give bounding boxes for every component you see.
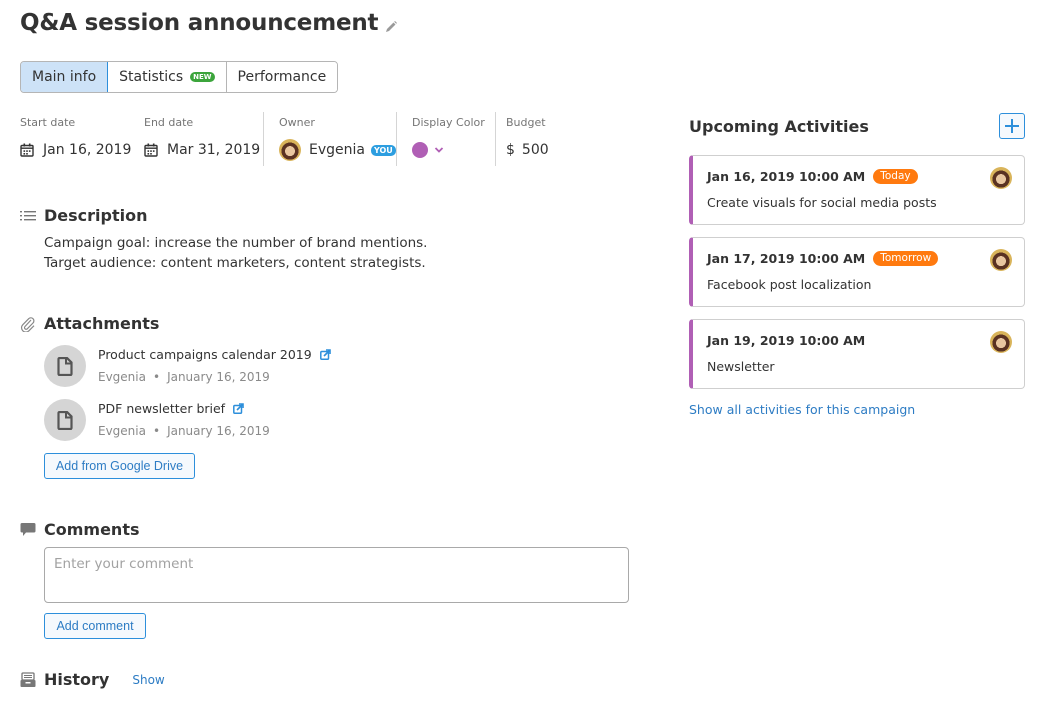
activity-card[interactable]: Jan 19, 2019 10:00 AM Newsletter [689, 319, 1025, 389]
external-link-icon[interactable] [233, 403, 244, 414]
show-all-activities-link[interactable]: Show all activities for this campaign [689, 402, 915, 417]
start-date-label: Start date [20, 116, 76, 129]
attachments-header: Attachments [20, 314, 159, 333]
budget-value: 500 [521, 142, 549, 158]
start-date-field[interactable]: Start date Jan 16, 2019 [20, 112, 144, 166]
attachment-date: January 16, 2019 [167, 424, 270, 438]
history-title: History [44, 670, 110, 689]
assignee-avatar [990, 249, 1012, 271]
activity-card[interactable]: Jan 16, 2019 10:00 AM Today Create visual… [689, 155, 1025, 225]
chevron-down-icon[interactable] [434, 145, 444, 155]
title-row: Q&A session announcement [20, 10, 398, 36]
upcoming-activities-title: Upcoming Activities [689, 117, 869, 136]
description-line: Target audience: content marketers, cont… [44, 255, 426, 271]
activity-card[interactable]: Jan 17, 2019 10:00 AM Tomorrow Facebook p… [689, 237, 1025, 307]
add-activity-button[interactable] [999, 113, 1025, 139]
activity-datetime: Jan 17, 2019 10:00 AM [707, 251, 866, 266]
assignee-avatar [990, 167, 1012, 189]
activity-datetime: Jan 19, 2019 10:00 AM [707, 333, 866, 348]
tab-performance[interactable]: Performance [226, 62, 338, 92]
plus-icon [1005, 119, 1019, 133]
tab-bar: Main info Statistics NEW Performance [20, 61, 339, 93]
paperclip-icon [20, 316, 35, 332]
attachments-title: Attachments [44, 314, 160, 333]
start-date-value: Jan 16, 2019 [43, 142, 132, 158]
history-show-link[interactable]: Show [132, 673, 164, 687]
activity-title: Create visuals for social media posts [707, 195, 937, 210]
end-date-value: Mar 31, 2019 [167, 142, 261, 158]
tab-label: Main info [32, 69, 97, 85]
campaign-fields: Start date Jan 16, 2019 End date Mar 31,… [20, 112, 576, 166]
archive-icon [20, 671, 36, 687]
tomorrow-badge: Tomorrow [873, 251, 939, 266]
description-text[interactable]: Campaign goal: increase the number of br… [44, 233, 427, 273]
add-from-google-drive-button[interactable]: Add from Google Drive [44, 453, 195, 479]
description-title: Description [44, 206, 148, 225]
comment-icon [20, 522, 36, 536]
currency-symbol: $ [506, 142, 515, 158]
tab-statistics[interactable]: Statistics NEW [108, 62, 227, 92]
description-header: Description [20, 206, 147, 225]
activity-title: Facebook post localization [707, 277, 872, 292]
history-header: History Show [20, 670, 165, 689]
file-icon [44, 345, 86, 387]
file-icon [44, 399, 86, 441]
tab-main-info[interactable]: Main info [21, 62, 109, 92]
owner-label: Owner [279, 116, 315, 129]
end-date-label: End date [144, 116, 194, 129]
budget-field[interactable]: Budget $ 500 [496, 112, 576, 166]
page-title: Q&A session announcement [20, 10, 379, 36]
budget-label: Budget [506, 116, 546, 129]
tab-label: Statistics [119, 69, 184, 85]
attachment-name[interactable]: Product campaigns calendar 2019 [98, 347, 312, 362]
display-color-field[interactable]: Display Color [397, 112, 495, 166]
attachment-item: PDF newsletter brief Evgenia • January 16,… [44, 399, 270, 441]
attachment-name[interactable]: PDF newsletter brief [98, 401, 225, 416]
end-date-field[interactable]: End date Mar 31, 2019 [144, 112, 263, 166]
add-comment-button[interactable]: Add comment [44, 613, 146, 639]
description-line: Campaign goal: increase the number of br… [44, 235, 428, 251]
external-link-icon[interactable] [319, 349, 331, 360]
tab-label: Performance [237, 69, 327, 85]
comment-input[interactable] [44, 547, 629, 603]
display-color-label: Display Color [412, 116, 485, 129]
attachment-author: Evgenia [98, 370, 146, 384]
owner-name: Evgenia [309, 142, 365, 158]
you-badge: YOU [370, 144, 396, 156]
attachment-author: Evgenia [98, 424, 146, 438]
color-swatch[interactable] [412, 142, 428, 158]
calendar-icon [144, 143, 158, 157]
assignee-avatar [990, 331, 1012, 353]
owner-avatar [279, 139, 301, 161]
activity-title: Newsletter [707, 359, 775, 374]
owner-field[interactable]: Owner Evgenia YOU [264, 112, 396, 166]
today-badge: Today [873, 169, 918, 184]
activity-datetime: Jan 16, 2019 10:00 AM [707, 169, 866, 184]
attachment-date: January 16, 2019 [167, 370, 270, 384]
attachment-item: Product campaigns calendar 2019 Evgenia •… [44, 345, 331, 387]
comments-header: Comments [20, 520, 140, 539]
comments-title: Comments [44, 520, 140, 539]
calendar-icon [20, 143, 34, 157]
pencil-icon[interactable] [384, 19, 398, 33]
new-badge: NEW [190, 72, 215, 82]
list-icon [20, 210, 36, 220]
